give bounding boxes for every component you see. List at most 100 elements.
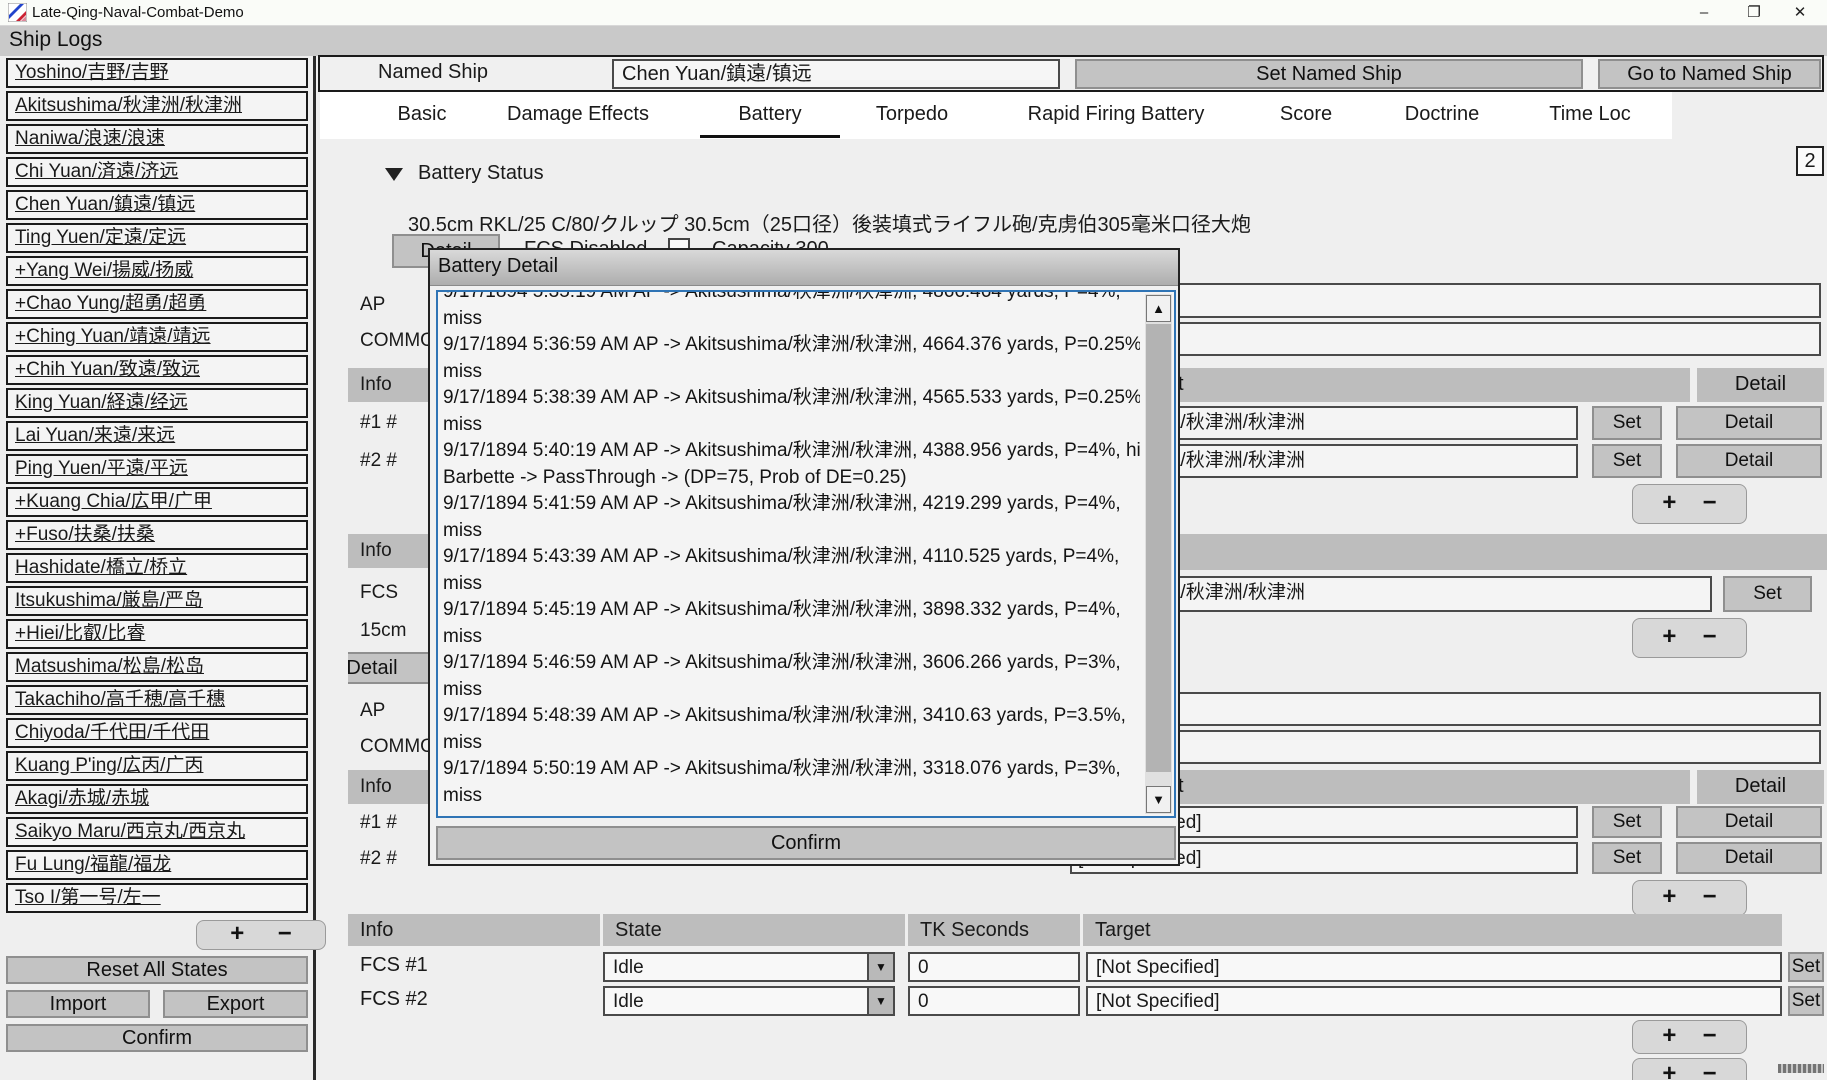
ship-name[interactable]: Yoshino/吉野/吉野: [15, 62, 168, 83]
ship-list-item[interactable]: Akitsushima/秋津洲/秋津洲: [6, 91, 308, 121]
mount2-plus-minus[interactable]: + −: [1632, 880, 1747, 916]
fcs-set-button[interactable]: Set: [1788, 952, 1824, 982]
named-ship-input[interactable]: Chen Yuan/鎮遠/镇远: [612, 59, 1060, 89]
fcs-plus-minus[interactable]: + −: [1632, 618, 1747, 658]
ship-name[interactable]: Itsukushima/厳島/严岛: [15, 590, 203, 611]
fcs-tk-seconds-input[interactable]: 0: [908, 952, 1080, 982]
ship-name[interactable]: Fu Lung/福龍/福龙: [15, 854, 171, 875]
tab-score[interactable]: Score: [1280, 103, 1332, 126]
mount2-set-button[interactable]: Set: [1592, 444, 1662, 478]
battery-log-box[interactable]: 9/17/1894 5:35:19 AM AP -> Akitsushima/秋…: [436, 290, 1176, 818]
minus-icon[interactable]: −: [1703, 883, 1717, 911]
ship-list-item[interactable]: +Kuang Chia/広甲/广甲: [6, 487, 308, 517]
ship-name[interactable]: Ping Yuen/平遠/平远: [15, 458, 188, 479]
ap-ammo-input-2[interactable]: [1100, 692, 1821, 726]
ship-list-item[interactable]: Hashidate/橋立/桥立: [6, 553, 308, 583]
tab-battery[interactable]: Battery: [738, 103, 801, 126]
ap-ammo-input[interactable]: [1100, 283, 1821, 318]
import-button[interactable]: Import: [6, 990, 150, 1018]
fcs-state-dropdown[interactable]: Idle▼: [603, 952, 895, 982]
reset-all-states-button[interactable]: Reset All States: [6, 956, 308, 984]
ship-name[interactable]: Chi Yuan/済遠/济远: [15, 161, 178, 182]
ship-list-item[interactable]: Akagi/赤城/赤城: [6, 784, 308, 814]
ship-name[interactable]: +Kuang Chia/広甲/广甲: [15, 491, 212, 512]
common-ammo-input-2[interactable]: [1100, 730, 1821, 764]
goto-named-ship-button[interactable]: Go to Named Ship: [1598, 59, 1821, 89]
ship-list-plus-minus[interactable]: + −: [196, 920, 326, 950]
mount2-2-detail-button[interactable]: Detail: [1676, 842, 1822, 874]
plus-icon[interactable]: +: [1662, 1022, 1676, 1050]
ship-name[interactable]: Akitsushima/秋津洲/秋津洲: [15, 95, 242, 116]
minus-icon[interactable]: −: [1703, 1022, 1717, 1050]
ship-list-item[interactable]: Takachiho/高千穂/高千穗: [6, 685, 308, 715]
ship-list-item[interactable]: Kuang P'ing/広丙/广丙: [6, 751, 308, 781]
ship-name[interactable]: Saikyo Maru/西京丸/西京丸: [15, 821, 245, 842]
log-scrollbar[interactable]: ▲ ▼: [1145, 294, 1172, 814]
ship-list-item[interactable]: Matsushima/松島/松岛: [6, 652, 308, 682]
plus-icon[interactable]: +: [1662, 1060, 1676, 1080]
ship-list-item[interactable]: Itsukushima/厳島/严岛: [6, 586, 308, 616]
ship-list-item[interactable]: Ping Yuen/平遠/平远: [6, 454, 308, 484]
ship-list-item[interactable]: King Yuan/経遠/经远: [6, 388, 308, 418]
modal-confirm-button[interactable]: Confirm: [436, 826, 1176, 860]
plus-icon[interactable]: +: [1662, 883, 1676, 911]
ship-name[interactable]: +Fuso/扶桑/扶桑: [15, 524, 155, 545]
scroll-down-button[interactable]: ▼: [1146, 786, 1171, 813]
ship-name[interactable]: Chen Yuan/鎮遠/镇远: [15, 194, 195, 215]
ship-list-item[interactable]: Naniwa/浪速/浪速: [6, 124, 308, 154]
sidebar-confirm-button[interactable]: Confirm: [6, 1024, 308, 1052]
ship-name[interactable]: Akagi/赤城/赤城: [15, 788, 149, 809]
modal-titlebar[interactable]: Battery Detail: [430, 250, 1178, 286]
fcs-bottom-plus-minus-2[interactable]: + −: [1632, 1058, 1747, 1080]
ship-name[interactable]: Matsushima/松島/松岛: [15, 656, 204, 677]
ship-name[interactable]: +Yang Wei/揚威/扬威: [15, 260, 193, 281]
minus-icon[interactable]: −: [1703, 1060, 1717, 1080]
fragment-detail[interactable]: Detail: [348, 652, 428, 684]
dropdown-arrow-icon[interactable]: ▼: [867, 988, 893, 1014]
ship-list-item[interactable]: +Yang Wei/揚威/扬威: [6, 256, 308, 286]
scroll-up-button[interactable]: ▲: [1146, 295, 1171, 322]
ship-list-item[interactable]: Tso I/第一号/左一: [6, 883, 308, 913]
mount2-2-set-button[interactable]: Set: [1592, 842, 1662, 874]
mount2-detail-button[interactable]: Detail: [1676, 444, 1822, 478]
mount1-set-button[interactable]: Set: [1592, 406, 1662, 440]
ship-list-item[interactable]: +Ching Yuan/靖遠/靖远: [6, 322, 308, 352]
mount1-detail-button[interactable]: Detail: [1676, 406, 1822, 440]
tab-doctrine[interactable]: Doctrine: [1405, 103, 1479, 126]
ship-name[interactable]: Hashidate/橋立/桥立: [15, 557, 187, 578]
ship-name[interactable]: Naniwa/浪速/浪速: [15, 128, 165, 149]
ship-list-item[interactable]: Yoshino/吉野/吉野: [6, 58, 308, 88]
ship-name[interactable]: +Chih Yuan/致遠/致远: [15, 359, 200, 380]
close-button[interactable]: ✕: [1777, 0, 1823, 26]
ship-list-item[interactable]: Lai Yuan/来遠/来远: [6, 421, 308, 451]
fcs-tk-seconds-input[interactable]: 0: [908, 986, 1080, 1016]
plus-icon[interactable]: +: [1662, 489, 1676, 517]
fcs-set-button[interactable]: Set: [1788, 986, 1824, 1016]
ship-list-item[interactable]: Chi Yuan/済遠/济远: [6, 157, 308, 187]
ship-name[interactable]: Kuang P'ing/広丙/广丙: [15, 755, 203, 776]
ship-list-item[interactable]: Saikyo Maru/西京丸/西京丸: [6, 817, 308, 847]
tab-damage-effects[interactable]: Damage Effects: [507, 103, 649, 126]
ship-name[interactable]: Takachiho/高千穂/高千穗: [15, 689, 225, 710]
dropdown-arrow-icon[interactable]: ▼: [867, 954, 893, 980]
plus-icon[interactable]: +: [1662, 623, 1676, 651]
fcs-target-input[interactable]: [Not Specified]: [1086, 952, 1782, 982]
minus-icon[interactable]: −: [278, 920, 292, 948]
export-button[interactable]: Export: [163, 990, 308, 1018]
ship-list-item[interactable]: Fu Lung/福龍/福龙: [6, 850, 308, 880]
tab-rapid-firing-battery[interactable]: Rapid Firing Battery: [1028, 103, 1205, 126]
mount2-1-set-button[interactable]: Set: [1592, 806, 1662, 838]
ship-name[interactable]: Chiyoda/千代田/千代田: [15, 722, 209, 743]
ship-name[interactable]: King Yuan/経遠/经远: [15, 392, 188, 413]
minimize-button[interactable]: –: [1681, 0, 1727, 26]
ship-list-item[interactable]: +Fuso/扶桑/扶桑: [6, 520, 308, 550]
ship-name[interactable]: +Chao Yung/超勇/超勇: [15, 293, 206, 314]
mount2-1-detail-button[interactable]: Detail: [1676, 806, 1822, 838]
ship-list-item[interactable]: Ting Yuen/定遠/定远: [6, 223, 308, 253]
fcs-bottom-plus-minus-1[interactable]: + −: [1632, 1020, 1747, 1054]
scrollbar-thumb[interactable]: [1146, 324, 1171, 772]
tab-time-loc[interactable]: Time Loc: [1549, 103, 1631, 126]
fcs-target-input[interactable]: [Not Specified]: [1086, 986, 1782, 1016]
minus-icon[interactable]: −: [1703, 623, 1717, 651]
ship-list-item[interactable]: +Hiei/比叡/比睿: [6, 619, 308, 649]
